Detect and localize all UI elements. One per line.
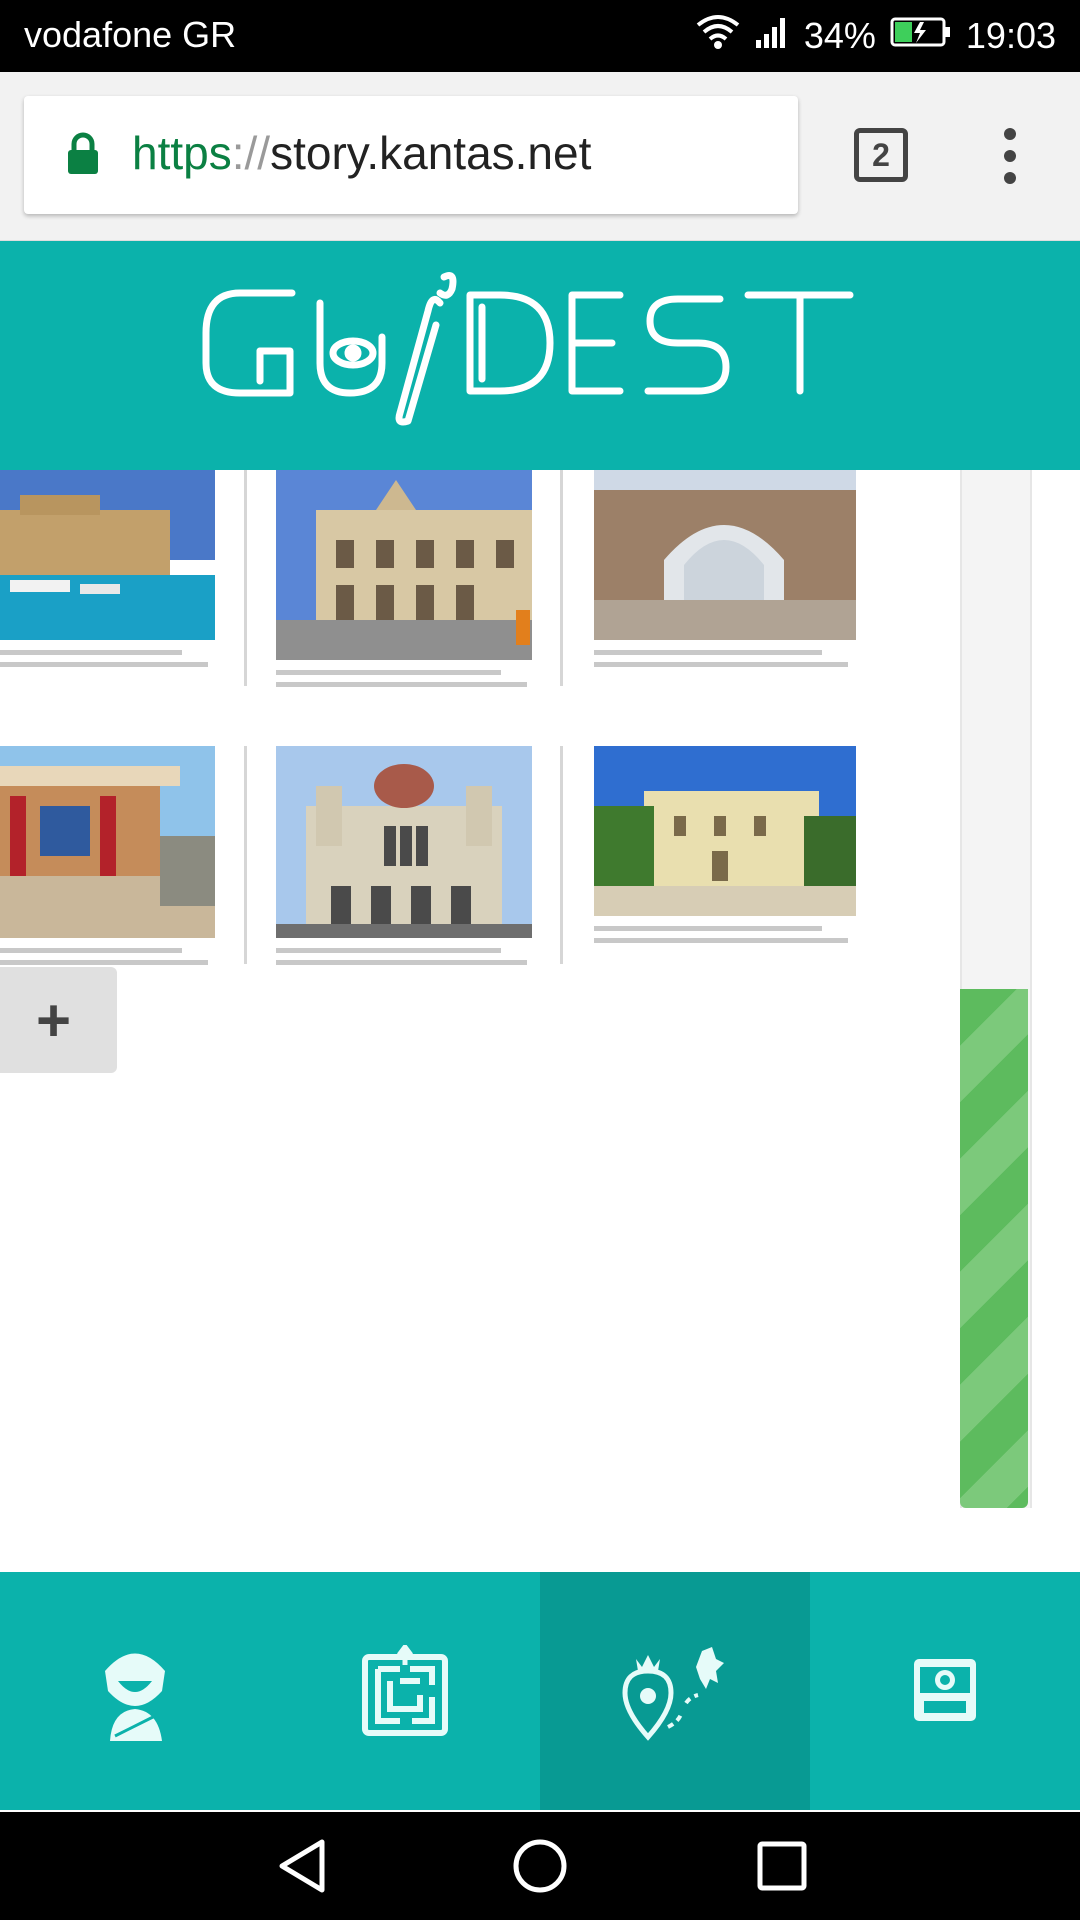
card-photo-archway xyxy=(594,470,856,640)
story-card[interactable] xyxy=(0,746,215,965)
story-card[interactable] xyxy=(276,746,532,965)
card-photo-loggia xyxy=(276,470,532,660)
nav-camera[interactable] xyxy=(810,1572,1080,1810)
story-card[interactable] xyxy=(594,470,856,670)
nav-maze[interactable] xyxy=(270,1572,540,1810)
url-host: story.kantas.net xyxy=(270,127,592,179)
status-bar: vodafone GR 34% 19:03 xyxy=(0,0,1080,72)
photo-camera-icon xyxy=(914,1659,976,1721)
location-route-icon xyxy=(622,1647,724,1741)
home-icon[interactable] xyxy=(510,1836,570,1896)
maze-icon xyxy=(362,1645,448,1736)
story-card[interactable] xyxy=(594,746,856,946)
tabs-icon[interactable]: 2 xyxy=(854,128,908,182)
system-navigation-bar xyxy=(0,1812,1080,1920)
address-bar[interactable]: https://story.kantas.net xyxy=(24,96,798,214)
bottom-navigation xyxy=(0,1572,1080,1810)
wifi-icon xyxy=(696,13,740,60)
card-photo-agios-titos xyxy=(594,746,856,916)
app-header xyxy=(0,241,1080,470)
card-divider xyxy=(560,470,563,686)
card-divider xyxy=(244,746,247,964)
card-photo-knossos xyxy=(0,746,215,938)
story-card[interactable] xyxy=(0,470,215,670)
signal-icon xyxy=(754,14,790,59)
tab-count: 2 xyxy=(872,136,890,173)
card-divider xyxy=(244,470,247,686)
story-board: + xyxy=(0,470,1080,1570)
overflow-menu-icon[interactable] xyxy=(990,128,1030,192)
card-photo-agios-minas xyxy=(276,746,532,938)
card-divider xyxy=(560,746,563,964)
guidest-logo[interactable] xyxy=(200,263,890,438)
guide-character-icon xyxy=(105,1653,165,1741)
carrier-name: vodafone GR xyxy=(24,14,237,55)
lock-icon xyxy=(66,132,100,181)
status-icons: 34% 19:03 xyxy=(696,14,1056,58)
add-card-button[interactable]: + xyxy=(0,967,117,1073)
card-photo-koules xyxy=(0,470,215,640)
clock: 19:03 xyxy=(965,15,1056,56)
url-text[interactable]: https://story.kantas.net xyxy=(132,126,591,180)
url-scheme: https xyxy=(132,127,232,179)
story-card[interactable] xyxy=(276,470,532,690)
nav-guide[interactable] xyxy=(0,1572,270,1810)
back-icon[interactable] xyxy=(272,1836,332,1896)
scroll-progress-bar[interactable] xyxy=(960,989,1028,1508)
battery-charging-icon xyxy=(890,15,952,57)
battery-percent: 34% xyxy=(803,15,876,56)
url-separator: :// xyxy=(231,127,271,179)
nav-route[interactable] xyxy=(540,1572,810,1810)
browser-toolbar: https://story.kantas.net 2 xyxy=(0,72,1080,241)
recents-icon[interactable] xyxy=(752,1836,812,1896)
